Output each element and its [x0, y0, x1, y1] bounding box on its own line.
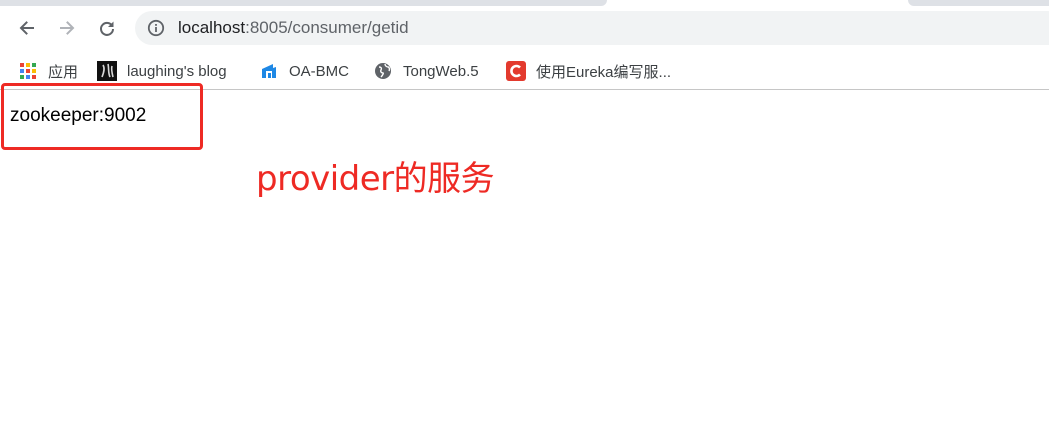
bookmark-eureka[interactable]: 使用Eureka编写服...	[506, 60, 671, 82]
bookmark-label: TongWeb.5	[403, 62, 479, 80]
bookmark-apps[interactable]: 应用	[18, 60, 78, 82]
info-icon[interactable]	[147, 19, 165, 37]
back-button[interactable]	[13, 14, 41, 42]
response-text: zookeeper:9002	[10, 105, 147, 126]
csdn-icon	[506, 61, 526, 81]
apps-grid-icon	[18, 61, 38, 81]
url-host: localhost	[178, 18, 246, 37]
bookmark-tongweb[interactable]: TongWeb.5	[373, 60, 479, 82]
forward-button[interactable]	[53, 14, 81, 42]
annotation-label: provider的服务	[256, 159, 495, 199]
url-text[interactable]: localhost:8005/consumer/getid	[178, 18, 409, 38]
page-content: zookeeper:9002 provider的服务	[0, 83, 1049, 423]
globe-icon	[373, 61, 393, 81]
reload-button[interactable]	[93, 14, 121, 42]
bookmark-label: OA-BMC	[289, 62, 349, 80]
arrow-left-icon	[19, 21, 34, 35]
bookmark-oa-bmc[interactable]: OA-BMC	[259, 60, 349, 82]
address-bar[interactable]: localhost:8005/consumer/getid	[135, 11, 1049, 45]
arrow-right-icon	[60, 21, 75, 35]
browser-toolbar: localhost:8005/consumer/getid	[0, 6, 1049, 50]
bookmark-laughings-blog[interactable]: laughing's blog	[97, 60, 227, 82]
reload-icon	[100, 21, 114, 36]
oa-bmc-icon	[259, 61, 279, 81]
url-path: :8005/consumer/getid	[245, 18, 409, 37]
bookmark-label: 应用	[48, 63, 79, 81]
blog-avatar-icon	[97, 61, 117, 81]
bookmark-label: laughing's blog	[127, 62, 227, 80]
bookmark-label: 使用Eureka编写服...	[536, 63, 672, 81]
